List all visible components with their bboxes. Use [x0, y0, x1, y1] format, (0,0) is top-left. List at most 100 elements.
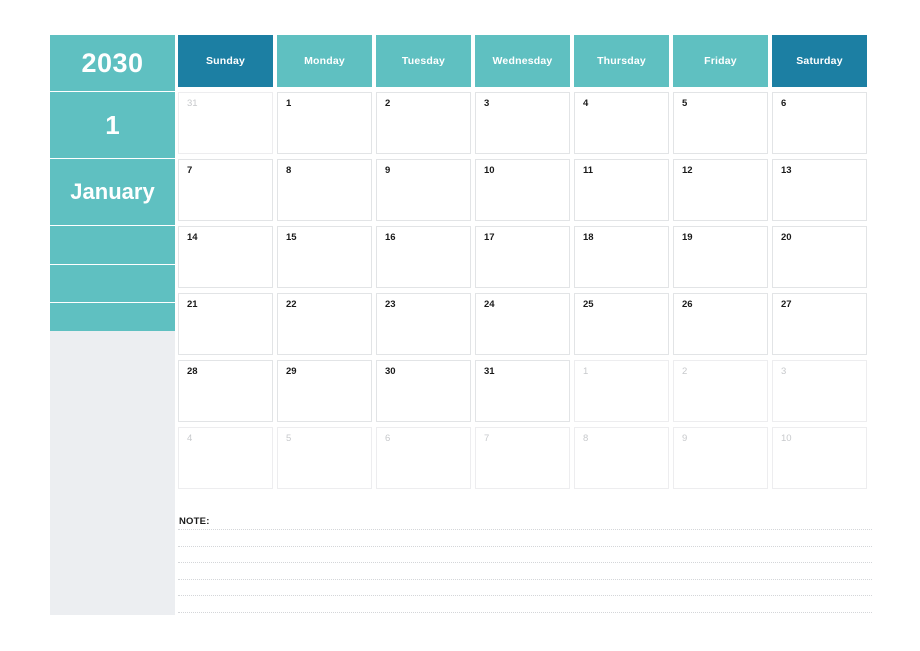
- day-cell[interactable]: 5: [673, 92, 768, 154]
- day-number: 19: [682, 232, 693, 243]
- weekday-header-row: Sunday Monday Tuesday Wednesday Thursday Frid…: [178, 35, 872, 92]
- day-cell[interactable]: 9: [673, 427, 768, 489]
- day-number: 13: [781, 165, 792, 176]
- day-number: 29: [286, 366, 297, 377]
- day-number: 27: [781, 299, 792, 310]
- weekday-header-sunday: Sunday: [178, 35, 273, 87]
- day-cell[interactable]: 4: [574, 92, 669, 154]
- weekday-header-wednesday: Wednesday: [475, 35, 570, 87]
- day-cell[interactable]: 9: [376, 159, 471, 221]
- note-line: [178, 562, 872, 563]
- day-number: 26: [682, 299, 693, 310]
- day-cell[interactable]: 23: [376, 293, 471, 355]
- day-cell[interactable]: 31: [475, 360, 570, 422]
- day-cell[interactable]: 12: [673, 159, 768, 221]
- day-number: 17: [484, 232, 495, 243]
- sidebar-month-number-block: 1: [50, 92, 175, 159]
- day-number: 20: [781, 232, 792, 243]
- day-number: 9: [385, 165, 391, 176]
- calendar-week-row: 31 1 2 3 4 5 6: [178, 92, 872, 159]
- day-cell[interactable]: 20: [772, 226, 867, 288]
- day-cell[interactable]: 6: [772, 92, 867, 154]
- day-cell[interactable]: 5: [277, 427, 372, 489]
- day-cell[interactable]: 3: [475, 92, 570, 154]
- day-cell[interactable]: 2: [376, 92, 471, 154]
- day-number: 4: [187, 433, 193, 444]
- day-cell[interactable]: 10: [475, 159, 570, 221]
- day-number: 15: [286, 232, 297, 243]
- day-number: 3: [781, 366, 787, 377]
- note-line: [178, 529, 872, 530]
- day-number: 28: [187, 366, 198, 377]
- day-cell[interactable]: 2: [673, 360, 768, 422]
- day-number: 12: [682, 165, 693, 176]
- day-number: 31: [484, 366, 495, 377]
- day-cell[interactable]: 10: [772, 427, 867, 489]
- day-cell[interactable]: 14: [178, 226, 273, 288]
- day-cell[interactable]: 8: [277, 159, 372, 221]
- note-section[interactable]: NOTE:: [178, 516, 872, 616]
- day-cell[interactable]: 8: [574, 427, 669, 489]
- weekday-header-tuesday: Tuesday: [376, 35, 471, 87]
- day-cell[interactable]: 30: [376, 360, 471, 422]
- day-number: 6: [385, 433, 391, 444]
- day-number: 21: [187, 299, 198, 310]
- day-number: 23: [385, 299, 396, 310]
- day-cell[interactable]: 16: [376, 226, 471, 288]
- day-number: 1: [583, 366, 589, 377]
- day-number: 8: [583, 433, 589, 444]
- day-number: 18: [583, 232, 594, 243]
- day-cell[interactable]: 13: [772, 159, 867, 221]
- day-number: 14: [187, 232, 198, 243]
- day-cell[interactable]: 27: [772, 293, 867, 355]
- day-number: 9: [682, 433, 688, 444]
- weekday-header-monday: Monday: [277, 35, 372, 87]
- day-cell[interactable]: 21: [178, 293, 273, 355]
- day-number: 7: [484, 433, 490, 444]
- day-number: 1: [286, 98, 292, 109]
- day-cell[interactable]: 31: [178, 92, 273, 154]
- day-cell[interactable]: 11: [574, 159, 669, 221]
- day-cell[interactable]: 18: [574, 226, 669, 288]
- sidebar-month-name-block: January: [50, 159, 175, 226]
- calendar-sidebar: 2030 1 January: [50, 35, 175, 615]
- day-number: 5: [286, 433, 292, 444]
- day-cell[interactable]: 7: [178, 159, 273, 221]
- day-cell[interactable]: 3: [772, 360, 867, 422]
- sidebar-blank-block-1: [50, 226, 175, 265]
- day-number: 5: [682, 98, 688, 109]
- day-cell[interactable]: 1: [277, 92, 372, 154]
- calendar-week-row: 14 15 16 17 18 19 20: [178, 226, 872, 293]
- weekday-header-saturday: Saturday: [772, 35, 867, 87]
- day-number: 24: [484, 299, 495, 310]
- calendar-week-row: 21 22 23 24 25 26 27: [178, 293, 872, 360]
- note-line: [178, 545, 872, 547]
- day-cell[interactable]: 17: [475, 226, 570, 288]
- day-number: 3: [484, 98, 490, 109]
- day-number: 31: [187, 98, 198, 109]
- day-cell[interactable]: 4: [178, 427, 273, 489]
- day-cell[interactable]: 7: [475, 427, 570, 489]
- day-number: 30: [385, 366, 396, 377]
- day-cell[interactable]: 24: [475, 293, 570, 355]
- day-cell[interactable]: 22: [277, 293, 372, 355]
- sidebar-year-block: 2030: [50, 35, 175, 92]
- sidebar-filler-panel: [50, 331, 175, 615]
- day-cell[interactable]: 19: [673, 226, 768, 288]
- day-number: 6: [781, 98, 787, 109]
- calendar-week-row: 7 8 9 10 11 12 13: [178, 159, 872, 226]
- day-cell[interactable]: 1: [574, 360, 669, 422]
- day-cell[interactable]: 29: [277, 360, 372, 422]
- weekday-header-friday: Friday: [673, 35, 768, 87]
- day-cell[interactable]: 28: [178, 360, 273, 422]
- weekday-header-thursday: Thursday: [574, 35, 669, 87]
- day-cell[interactable]: 26: [673, 293, 768, 355]
- day-number: 16: [385, 232, 396, 243]
- note-label: NOTE:: [179, 516, 210, 527]
- day-cell[interactable]: 25: [574, 293, 669, 355]
- day-cell[interactable]: 15: [277, 226, 372, 288]
- note-line: [178, 611, 872, 613]
- sidebar-blank-block-3: [50, 303, 175, 331]
- day-number: 2: [385, 98, 391, 109]
- day-cell[interactable]: 6: [376, 427, 471, 489]
